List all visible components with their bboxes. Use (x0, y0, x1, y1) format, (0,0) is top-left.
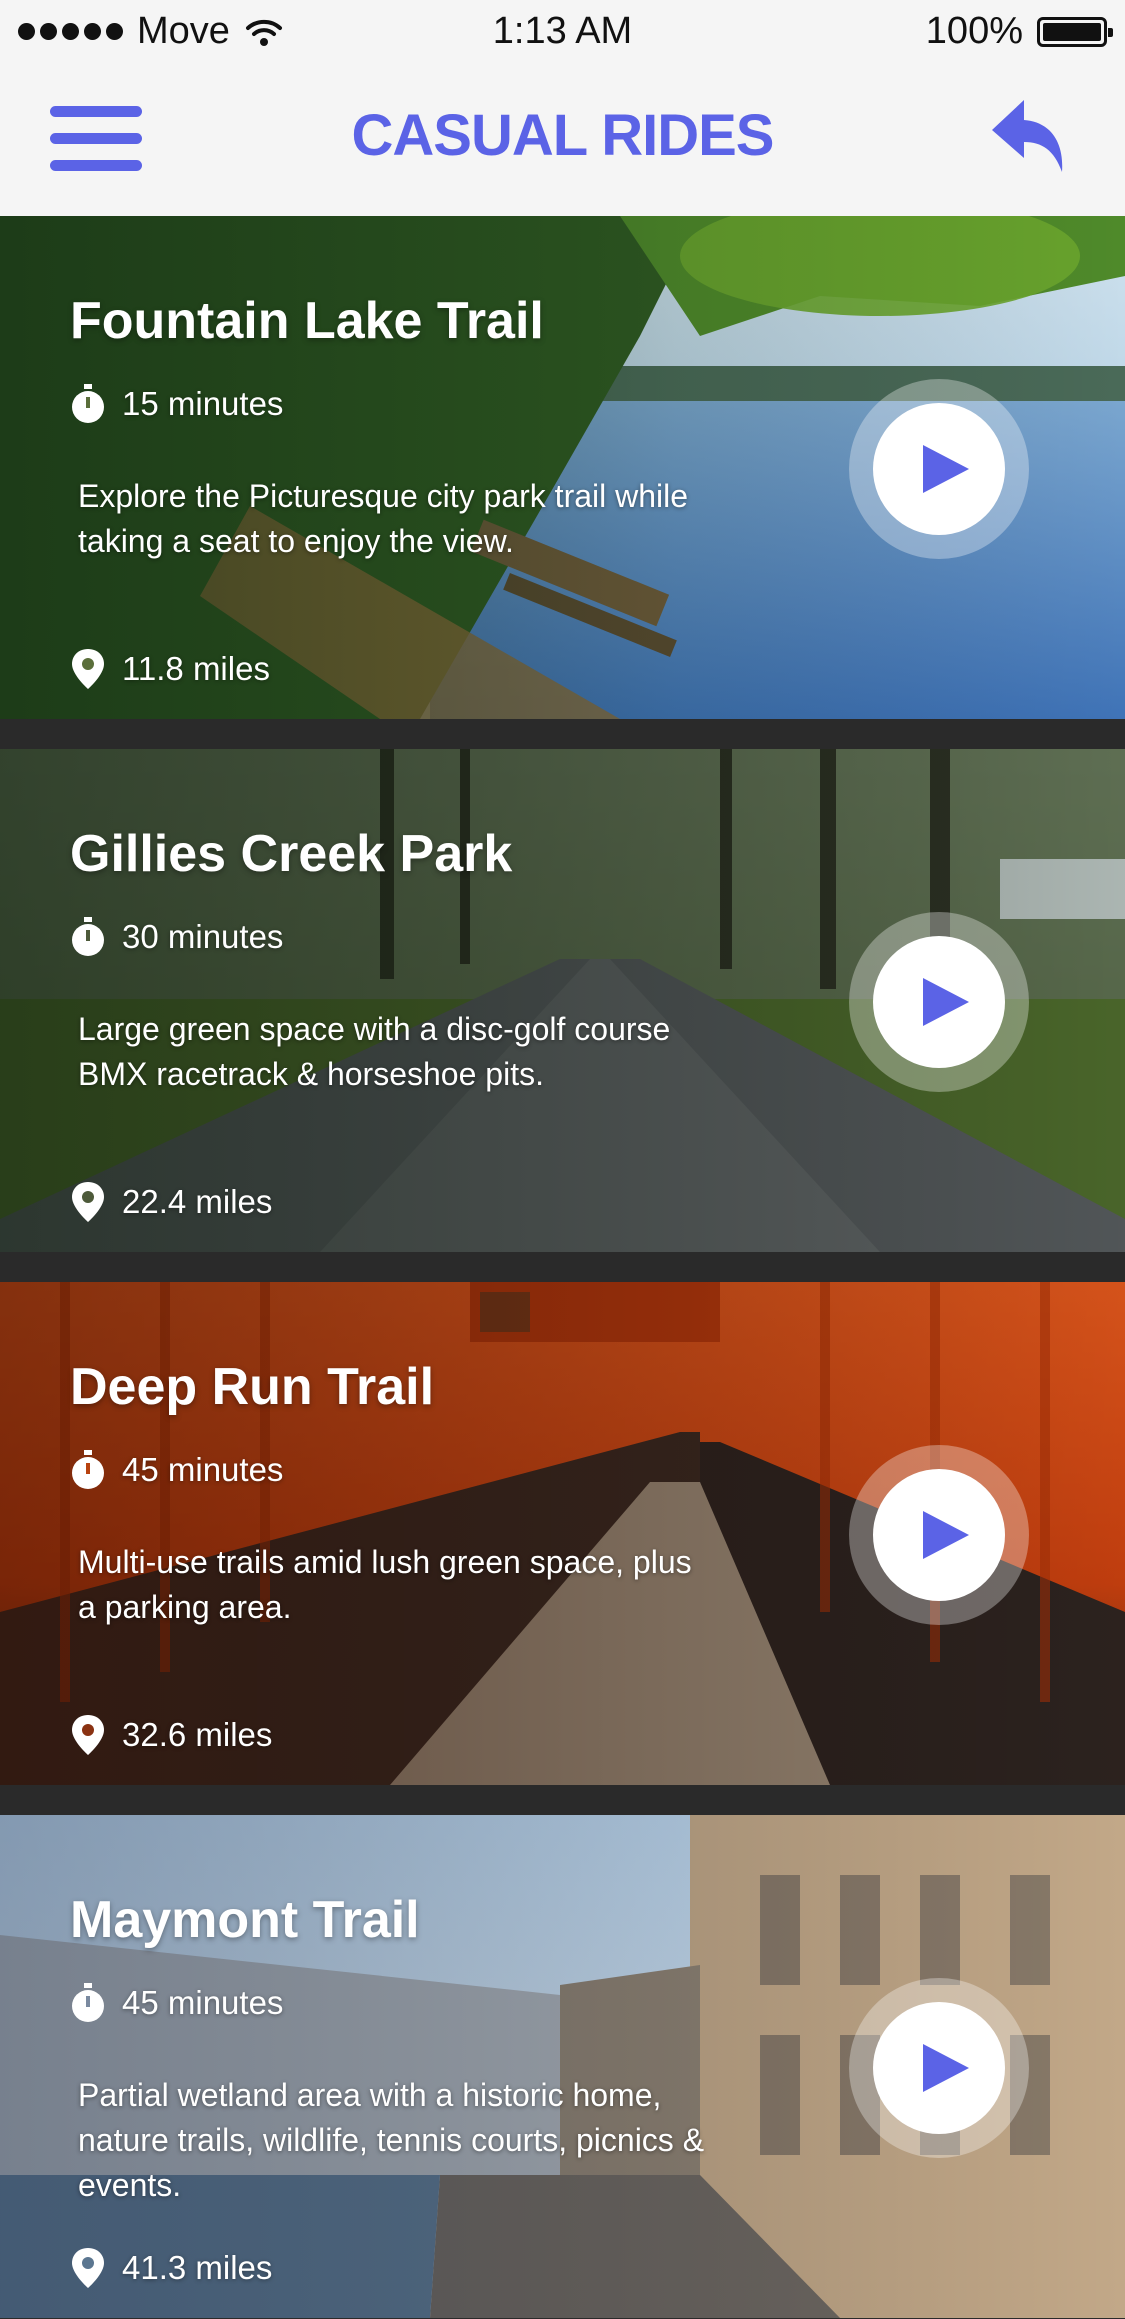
play-icon (923, 2044, 969, 2092)
ride-distance: 41.3 miles (70, 2248, 272, 2288)
play-button-inner (873, 2002, 1005, 2134)
play-button-inner (873, 936, 1005, 1068)
ride-description: Partial wetland area with a historic hom… (78, 2077, 705, 2203)
ride-card[interactable]: Fountain Lake Trail 15 minutes Explore t… (0, 216, 1125, 719)
play-button-inner (873, 403, 1005, 535)
ride-title: Deep Run Trail (70, 1358, 435, 1416)
ride-distance-text: 22.4 miles (122, 1183, 273, 1220)
play-icon (923, 978, 969, 1026)
stopwatch-icon (72, 1450, 104, 1489)
ride-duration-text: 30 minutes (122, 918, 284, 955)
ride-distance: 11.8 miles (70, 649, 270, 689)
play-button[interactable] (849, 1978, 1029, 2158)
ride-duration-text: 45 minutes (122, 1451, 284, 1488)
ride-distance: 22.4 miles (70, 1182, 272, 1222)
ride-duration: 30 minutes (70, 917, 283, 957)
location-pin-icon (72, 649, 104, 689)
ride-description: Large green space with a disc-golf cours… (78, 1011, 671, 1092)
stopwatch-icon (72, 384, 104, 423)
nav-bar: CASUAL RIDES (0, 66, 1125, 216)
ride-duration: 45 minutes (70, 1983, 283, 2023)
status-right: 100% (925, 10, 1113, 53)
ride-description: Multi-use trails amid lush green space, … (78, 1544, 692, 1625)
ride-description: Explore the Picturesque city park trail … (78, 478, 689, 559)
ride-distance-text: 32.6 miles (122, 1716, 273, 1753)
location-pin-icon (72, 2248, 104, 2288)
ride-distance: 32.6 miles (70, 1715, 272, 1755)
play-icon (923, 445, 969, 493)
ride-distance-text: 11.8 miles (122, 650, 270, 687)
play-button-inner (873, 1469, 1005, 1601)
ride-card[interactable]: Deep Run Trail 45 minutes Multi-use trai… (0, 1282, 1125, 1785)
play-button[interactable] (849, 379, 1029, 559)
location-pin-icon (72, 1715, 104, 1755)
page-title: CASUAL RIDES (351, 103, 775, 168)
stopwatch-icon (72, 1983, 104, 2022)
reply-back-icon[interactable] (990, 96, 1070, 176)
play-icon (923, 1511, 969, 1559)
ride-card[interactable]: Maymont Trail 45 minutes Partial wetland… (0, 1815, 1125, 2318)
ride-distance-text: 41.3 miles (122, 2249, 273, 2286)
battery-percentage: 100% (925, 10, 1023, 52)
status-bar: Move 1:13 AM 100% (0, 0, 1125, 66)
ride-duration: 45 minutes (70, 1450, 283, 1490)
ride-duration-text: 15 minutes (122, 385, 284, 422)
ride-duration: 15 minutes (70, 384, 283, 424)
ride-title: Fountain Lake Trail (70, 292, 544, 350)
ride-duration-text: 45 minutes (122, 1984, 284, 2021)
ride-card[interactable]: Gillies Creek Park 30 minutes Large gree… (0, 749, 1125, 1252)
stopwatch-icon (72, 917, 104, 956)
ride-list: Fountain Lake Trail 15 minutes Explore t… (0, 216, 1125, 2318)
play-button[interactable] (849, 1445, 1029, 1625)
location-pin-icon (72, 1182, 104, 1222)
play-button[interactable] (849, 912, 1029, 1092)
battery-icon (1037, 16, 1113, 47)
ride-title: Maymont Trail (70, 1891, 420, 1949)
ride-title: Gillies Creek Park (70, 825, 513, 883)
